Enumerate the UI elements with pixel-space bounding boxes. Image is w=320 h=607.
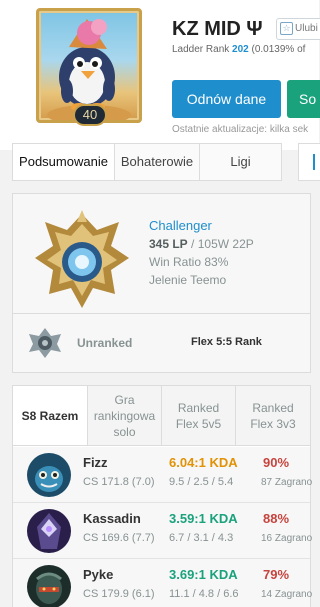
ranked-flex-section: Unranked Flex 5:5 Rank xyxy=(13,313,310,372)
flex-rank-label: Flex 5:5 Rank xyxy=(191,336,262,348)
star-icon: ☆ xyxy=(280,22,293,35)
kassadin-portrait-icon xyxy=(27,509,71,553)
rank-panel: Challenger 345 LP / 105W 22P Win Ratio 8… xyxy=(12,193,311,373)
champion-name[interactable]: Kassadin xyxy=(83,511,141,526)
tab-leagues[interactable]: Ligi xyxy=(200,144,281,180)
lp-value: 345 LP xyxy=(149,237,188,251)
pyke-portrait-icon xyxy=(27,565,71,607)
flex-tier: Unranked xyxy=(77,336,133,350)
champion-win-rate: 79% xyxy=(263,567,290,582)
champion-row[interactable]: Pyke CS 179.9 (6.1) 3.69:1 KDA 11.1 / 4.… xyxy=(13,559,313,607)
champion-stats-panel: S8 Razem Gra rankingowa solo Ranked Flex… xyxy=(12,385,313,607)
champion-kda-detail: 9.5 / 2.5 / 5.4 xyxy=(169,476,234,488)
champion-win-rate: 88% xyxy=(263,511,290,526)
ladder-rank[interactable]: Ladder Rank 202 (0.0139% of xyxy=(172,44,305,55)
renew-button[interactable]: Odnów dane xyxy=(172,80,281,118)
live-game-button[interactable]: So xyxy=(287,80,320,118)
champion-kda: 3.59:1 KDA xyxy=(169,511,238,526)
champion-season-tabs: S8 Razem Gra rankingowa solo Ranked Flex… xyxy=(13,386,310,446)
favorite-button[interactable]: ☆ Ulubi xyxy=(276,18,320,40)
solo-league-name: Jelenie Teemo xyxy=(149,273,227,287)
solo-win-ratio: Win Ratio 83% xyxy=(149,255,229,269)
champion-kda: 3.69:1 KDA xyxy=(169,567,238,582)
champion-row[interactable]: Kassadin CS 169.6 (7.7) 3.59:1 KDA 6.7 /… xyxy=(13,503,313,559)
tab-champions[interactable]: Bohaterowie xyxy=(115,144,200,180)
level-badge: 40 xyxy=(73,104,107,126)
divider-icon xyxy=(313,154,315,170)
tab-ranked-solo[interactable]: Gra rankingowa solo xyxy=(88,386,162,445)
solo-tier[interactable]: Challenger xyxy=(149,218,212,233)
ranked-solo-section: Challenger 345 LP / 105W 22P Win Ratio 8… xyxy=(13,194,310,312)
ladder-prefix: Ladder Rank xyxy=(172,44,230,55)
win-loss-record: / 105W 22P xyxy=(191,237,254,251)
tab-summary[interactable]: Podsumowanie xyxy=(13,144,115,180)
champion-cs: CS 171.8 (7.0) xyxy=(83,476,155,488)
ladder-percent: (0.0139% of xyxy=(251,44,306,55)
tab-ranked-flex-3v3[interactable]: Ranked Flex 3v3 xyxy=(236,386,310,445)
tab-ranked-flex-5v5[interactable]: Ranked Flex 5v5 xyxy=(162,386,236,445)
champion-kda-detail: 11.1 / 4.8 / 6.6 xyxy=(169,588,239,600)
champion-games-played: 14 Zagrano xyxy=(261,589,313,600)
solo-lp: 345 LP / 105W 22P xyxy=(149,237,254,251)
fizz-portrait-icon xyxy=(27,453,71,497)
last-update-text: Ostatnie aktualizacje: kilka sek xyxy=(172,124,309,135)
champion-cs: CS 169.6 (7.7) xyxy=(83,532,155,544)
ladder-rank-number[interactable]: 202 xyxy=(232,44,249,55)
champion-cs: CS 179.9 (6.1) xyxy=(83,588,155,600)
tab-season-total[interactable]: S8 Razem xyxy=(13,386,88,445)
more-tab[interactable] xyxy=(298,143,320,181)
champion-win-rate: 90% xyxy=(263,455,290,470)
challenger-emblem-icon xyxy=(35,210,129,308)
champion-row[interactable]: Fizz CS 171.8 (7.0) 6.04:1 KDA 9.5 / 2.5… xyxy=(13,447,313,503)
champion-games-played: 87 Zagrano xyxy=(261,477,313,488)
champion-name[interactable]: Pyke xyxy=(83,567,113,582)
champion-kda-detail: 6.7 / 3.1 / 4.3 xyxy=(169,532,234,544)
champion-name[interactable]: Fizz xyxy=(83,455,108,470)
favorite-label: Ulubi xyxy=(295,23,318,34)
profile-tabs: Podsumowanie Bohaterowie Ligi xyxy=(12,143,282,181)
unranked-emblem-icon xyxy=(29,328,61,358)
champion-kda: 6.04:1 KDA xyxy=(169,455,238,470)
profile-header: 40 KZ MID Ψ ☆ Ulubi Ladder Rank 202 (0.01… xyxy=(0,0,320,150)
champion-games-played: 16 Zagrano xyxy=(261,533,313,544)
summoner-name: KZ MID Ψ xyxy=(172,18,263,40)
